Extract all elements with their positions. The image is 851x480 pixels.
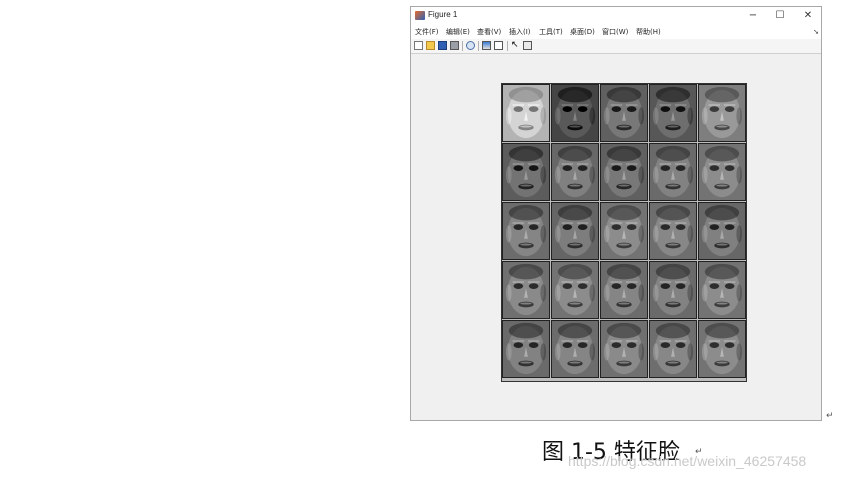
eigenface-tile <box>600 143 648 201</box>
eigenface-tile <box>600 261 648 319</box>
colorbar-icon[interactable] <box>482 41 491 50</box>
eigenface-grid <box>501 83 747 382</box>
eigenface-tile <box>649 84 697 142</box>
toolbar-separator <box>462 41 463 51</box>
eigenface-tile <box>698 320 746 378</box>
title-bar[interactable]: Figure 1 − ☐ ✕ <box>411 7 821 25</box>
legend-icon[interactable] <box>494 41 503 50</box>
eigenface-tile <box>600 320 648 378</box>
menu-view[interactable]: 查看(V) <box>477 27 501 37</box>
menu-window[interactable]: 窗口(W) <box>602 27 628 37</box>
eigenface-tile <box>600 84 648 142</box>
eigenface-tile <box>502 202 550 260</box>
toolbar: ↖ <box>411 39 821 54</box>
eigenface-tile <box>502 261 550 319</box>
menu-file[interactable]: 文件(F) <box>415 27 439 37</box>
menu-help[interactable]: 帮助(H) <box>636 27 661 37</box>
eigenface-tile <box>698 202 746 260</box>
toolbar-separator <box>507 41 508 51</box>
eigenface-tile <box>649 143 697 201</box>
new-figure-icon[interactable] <box>414 41 423 50</box>
pointer-icon[interactable]: ↖ <box>511 41 520 50</box>
menu-edit[interactable]: 编辑(E) <box>446 27 470 37</box>
eigenface-tile <box>551 84 599 142</box>
watermark: https://blog.csdn.net/weixin_46257458 <box>568 453 807 469</box>
eigenface-tile <box>502 84 550 142</box>
figure-window: Figure 1 − ☐ ✕ 文件(F) 编辑(E) 查看(V) 插入(I) 工… <box>410 6 822 421</box>
eigenface-tile <box>698 143 746 201</box>
eigenface-tile <box>649 261 697 319</box>
maximize-button[interactable]: ☐ <box>767 8 793 24</box>
eigenface-tile <box>551 320 599 378</box>
menu-overflow-icon[interactable]: ➘ <box>813 28 819 36</box>
minimize-button[interactable]: − <box>740 8 766 24</box>
print-preview-icon[interactable] <box>466 41 475 50</box>
eigenface-tile <box>551 202 599 260</box>
menu-bar: 文件(F) 编辑(E) 查看(V) 插入(I) 工具(T) 桌面(D) 窗口(W… <box>411 25 821 39</box>
eigenface-tile <box>698 261 746 319</box>
window-title: Figure 1 <box>428 10 458 19</box>
toolbar-separator <box>478 41 479 51</box>
menu-tools[interactable]: 工具(T) <box>539 27 563 37</box>
eigenface-tile <box>698 84 746 142</box>
menu-desktop[interactable]: 桌面(D) <box>570 27 595 37</box>
close-button[interactable]: ✕ <box>795 8 821 24</box>
property-editor-icon[interactable] <box>523 41 532 50</box>
open-file-icon[interactable] <box>426 41 435 50</box>
save-icon[interactable] <box>438 41 447 50</box>
matlab-icon <box>415 11 425 20</box>
menu-insert[interactable]: 插入(I) <box>509 27 531 37</box>
eigenface-tile <box>502 320 550 378</box>
eigenface-tile <box>649 320 697 378</box>
eigenface-tile <box>551 261 599 319</box>
eigenface-tile <box>600 202 648 260</box>
eigenface-tile <box>551 143 599 201</box>
paragraph-mark: ↵ <box>826 411 834 421</box>
eigenface-tile <box>502 143 550 201</box>
print-icon[interactable] <box>450 41 459 50</box>
eigenface-tile <box>649 202 697 260</box>
